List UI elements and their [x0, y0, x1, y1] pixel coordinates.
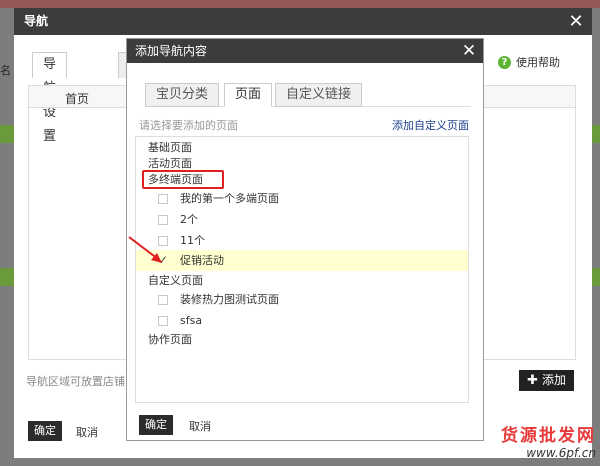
- list-item-label: sfsa: [180, 314, 203, 327]
- tab-navigation-settings[interactable]: 导航设置: [32, 52, 68, 144]
- help-icon: ?: [498, 55, 511, 69]
- close-icon[interactable]: ✕: [459, 39, 479, 63]
- add-button-label: 添加: [541, 373, 566, 387]
- background-side-text: 名: [0, 64, 11, 77]
- column-home: 首页: [65, 92, 90, 106]
- plus-icon: ✚: [527, 373, 538, 388]
- navigation-dialog-title: 导航: [24, 14, 49, 28]
- add-navigation-title: 添加导航内容: [135, 44, 208, 58]
- confirm-button[interactable]: 确定: [28, 421, 62, 441]
- group-custom-pages: 自定义页面: [148, 274, 203, 287]
- help-label: 使用帮助: [516, 56, 560, 69]
- watermark-name: 货源批发网: [501, 426, 596, 446]
- background-green-block: [0, 268, 14, 286]
- list-item[interactable]: 装修热力图测试页面: [136, 291, 468, 309]
- checkbox[interactable]: [158, 316, 168, 326]
- tab-custom-link[interactable]: 自定义链接: [275, 83, 363, 107]
- highlight-box: [142, 170, 224, 189]
- red-arrow-icon: [128, 236, 162, 263]
- list-item-selected[interactable]: ✓ 促销活动: [136, 250, 468, 271]
- group-collaboration-pages: 协作页面: [148, 333, 192, 346]
- navigation-hint: 导航区域可放置店铺: [26, 375, 125, 388]
- watermark: 货源批发网 www.6pf.cn: [501, 421, 596, 460]
- confirm-button[interactable]: 确定: [139, 415, 173, 435]
- tab-pages[interactable]: 页面: [224, 83, 273, 107]
- navigation-dialog-titlebar: 导航 ✕: [14, 8, 592, 35]
- list-item[interactable]: 11个: [136, 232, 468, 250]
- cancel-button[interactable]: 取消: [76, 424, 98, 440]
- background-stripe: [0, 0, 600, 8]
- help-link[interactable]: ? 使用帮助: [498, 54, 560, 70]
- add-navigation-titlebar: 添加导航内容 ✕: [127, 39, 483, 63]
- watermark-url: www.6pf.cn: [526, 446, 596, 460]
- add-navigation-dialog: 添加导航内容 ✕ 宝贝分类 页面 自定义链接 请选择要添加的页面 添加自定义页面…: [126, 38, 484, 441]
- checkbox[interactable]: [158, 215, 168, 225]
- add-navigation-tabs: 宝贝分类 页面 自定义链接: [145, 83, 471, 107]
- add-custom-page-link[interactable]: 添加自定义页面: [392, 117, 469, 133]
- list-item-label: 11个: [180, 234, 205, 247]
- page-list: 基础页面 活动页面 多终端页面 我的第一个多端页面 2个 11个 ✓ 促销活动 …: [135, 136, 469, 403]
- close-icon[interactable]: ✕: [566, 8, 586, 35]
- list-item[interactable]: sfsa: [136, 312, 468, 330]
- checkbox[interactable]: [158, 194, 168, 204]
- checkbox[interactable]: [158, 295, 168, 305]
- list-item-label: 装修热力图测试页面: [180, 293, 279, 306]
- tab-item-category[interactable]: 宝贝分类: [145, 83, 220, 107]
- list-item[interactable]: 我的第一个多端页面: [136, 190, 468, 208]
- list-item-label: 2个: [180, 213, 198, 226]
- select-page-prompt: 请选择要添加的页面: [139, 119, 238, 132]
- background-green-block: [0, 125, 14, 143]
- cancel-button[interactable]: 取消: [189, 418, 211, 434]
- list-item-label: 我的第一个多端页面: [180, 192, 279, 205]
- list-item[interactable]: 2个: [136, 211, 468, 229]
- add-button[interactable]: ✚ 添加: [519, 370, 574, 391]
- list-item-label: 促销活动: [180, 254, 224, 267]
